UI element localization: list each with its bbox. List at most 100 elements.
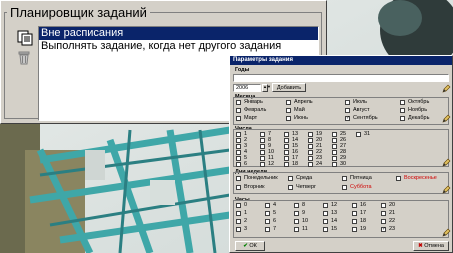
hour-checkbox[interactable]: 8 [294, 202, 305, 209]
checkbox-box[interactable] [345, 100, 350, 105]
hour-checkbox[interactable]: 3 [236, 226, 247, 233]
month-checkbox[interactable]: Апрель [286, 99, 313, 106]
checkbox-box[interactable] [294, 211, 299, 216]
checkbox-box[interactable] [342, 185, 347, 190]
add-year-button[interactable]: Добавить [272, 83, 306, 92]
day-checkbox[interactable]: 24 [308, 161, 322, 168]
hour-checkbox[interactable]: 21 [381, 210, 395, 217]
hour-checkbox[interactable]: 15 [323, 226, 337, 233]
ok-button[interactable]: ✔ ОК [235, 241, 265, 251]
month-checkbox[interactable]: Март [236, 115, 257, 122]
hour-checkbox[interactable]: 22 [381, 218, 395, 225]
hour-checkbox[interactable]: 18 [352, 218, 366, 225]
hour-checkbox[interactable]: ✓ 23 [381, 226, 395, 233]
checkbox-box[interactable] [286, 100, 291, 105]
checkbox-box[interactable] [236, 185, 241, 190]
checkbox-box[interactable] [323, 203, 328, 208]
checkbox-box[interactable] [265, 219, 270, 224]
day-checkbox[interactable]: 6 [236, 161, 247, 168]
month-checkbox[interactable]: Декабрь [400, 115, 429, 122]
checkbox-box[interactable] [236, 100, 241, 105]
hour-checkbox[interactable]: 11 [294, 226, 308, 233]
month-checkbox[interactable]: Январь [236, 99, 263, 106]
checkbox-box[interactable] [294, 203, 299, 208]
checkbox-box[interactable] [308, 162, 313, 167]
checkbox-box[interactable] [265, 227, 270, 232]
year-spinner[interactable]: 2006 [233, 84, 261, 92]
copy-task-icon[interactable] [17, 30, 33, 46]
weekday-checkbox[interactable]: Понедельник [236, 175, 278, 182]
hour-checkbox[interactable]: 17 [352, 210, 366, 217]
checkbox-box[interactable] [286, 108, 291, 113]
day-checkbox[interactable]: 18 [284, 161, 298, 168]
weekday-checkbox[interactable]: Пятница [342, 175, 372, 182]
checkbox-box[interactable] [236, 211, 241, 216]
weekday-checkbox[interactable]: Воскресенье [396, 175, 437, 182]
hour-checkbox[interactable]: 9 [294, 210, 305, 217]
checkbox-box[interactable] [260, 162, 265, 167]
checkbox-box[interactable] [323, 227, 328, 232]
checkbox-box[interactable] [356, 132, 361, 137]
month-checkbox[interactable]: ✓ Сентябрь [345, 115, 378, 122]
month-checkbox[interactable]: Июнь [286, 115, 308, 122]
checkbox-box[interactable] [345, 108, 350, 113]
checkbox-box[interactable] [288, 176, 293, 181]
hour-checkbox[interactable]: 7 [265, 226, 276, 233]
month-checkbox[interactable]: Февраль [236, 107, 266, 114]
checkbox-box[interactable] [294, 227, 299, 232]
checkbox-box[interactable] [236, 162, 241, 167]
edit-days-icon[interactable] [442, 158, 451, 167]
edit-years-icon[interactable] [442, 84, 451, 93]
hour-checkbox[interactable]: 12 [323, 202, 337, 209]
cancel-button[interactable]: ✖ Отмена [413, 241, 449, 251]
edit-hours-icon[interactable] [442, 228, 451, 237]
hour-checkbox[interactable]: 0 [236, 202, 247, 209]
checkbox-box[interactable] [236, 176, 241, 181]
checkbox-box[interactable] [323, 211, 328, 216]
hour-checkbox[interactable]: 19 [352, 226, 366, 233]
checkbox-box[interactable] [352, 203, 357, 208]
year-spin-arrows[interactable]: ▲▼ [262, 84, 271, 92]
day-checkbox[interactable]: 12 [260, 161, 274, 168]
checkbox-box[interactable] [236, 116, 241, 121]
checkbox-box[interactable] [265, 203, 270, 208]
checkbox-box[interactable] [342, 176, 347, 181]
checkbox-box[interactable] [381, 203, 386, 208]
checkbox-box[interactable] [352, 227, 357, 232]
checkbox-box[interactable] [352, 211, 357, 216]
hour-checkbox[interactable]: 14 [323, 218, 337, 225]
weekday-checkbox[interactable]: Суббота [342, 184, 372, 191]
month-checkbox[interactable]: Ноябрь [400, 107, 427, 114]
trash-icon[interactable] [17, 51, 31, 65]
checkbox-box[interactable] [236, 203, 241, 208]
checkbox-box[interactable] [236, 219, 241, 224]
checkbox-box[interactable] [288, 185, 293, 190]
checkbox-box[interactable] [381, 211, 386, 216]
day-checkbox[interactable]: 30 [332, 161, 346, 168]
hour-checkbox[interactable]: 4 [265, 202, 276, 209]
hour-checkbox[interactable]: 20 [381, 202, 395, 209]
checkbox-box[interactable] [332, 162, 337, 167]
list-item-unscheduled[interactable]: Вне расписания [39, 27, 318, 40]
hour-checkbox[interactable]: 10 [294, 218, 308, 225]
checkbox-box[interactable] [381, 219, 386, 224]
checkbox-box[interactable] [284, 162, 289, 167]
month-checkbox[interactable]: Май [286, 107, 305, 114]
month-checkbox[interactable]: Июль [345, 99, 367, 106]
years-list[interactable] [233, 74, 449, 82]
checkbox-box[interactable] [265, 211, 270, 216]
checkbox-box[interactable] [352, 219, 357, 224]
hour-checkbox[interactable]: 6 [265, 218, 276, 225]
checkbox-box[interactable] [400, 116, 405, 121]
weekday-checkbox[interactable]: Четверг [288, 184, 316, 191]
checkbox-box[interactable]: ✓ [381, 227, 386, 232]
checkbox-box[interactable] [323, 219, 328, 224]
weekday-checkbox[interactable]: Среда [288, 175, 312, 182]
edit-months-icon[interactable] [442, 114, 451, 123]
hour-checkbox[interactable]: 2 [236, 218, 247, 225]
month-checkbox[interactable]: Август [345, 107, 370, 114]
checkbox-box[interactable] [400, 100, 405, 105]
checkbox-box[interactable] [400, 108, 405, 113]
hour-checkbox[interactable]: 1 [236, 210, 247, 217]
weekday-checkbox[interactable]: Вторник [236, 184, 265, 191]
